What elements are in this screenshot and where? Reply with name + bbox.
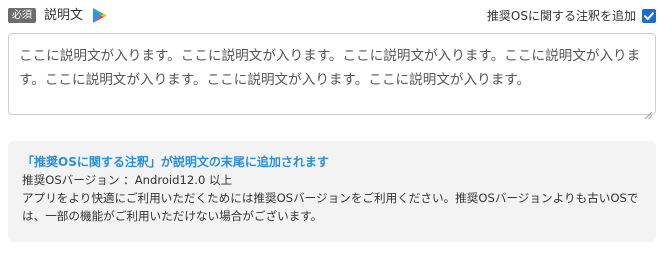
description-textarea[interactable]: ここに説明文が入ります。ここに説明文が入ります。ここに説明文が入ります。ここに説… xyxy=(8,33,656,120)
google-play-icon xyxy=(92,7,108,24)
annotation-toggle[interactable]: 推奨OSに関する注釈を追加 xyxy=(487,6,656,26)
field-label: 説明文 xyxy=(44,8,84,23)
annotation-info-box: 「推奨OSに関する注釈」が説明文の末尾に追加されます 推奨OSバージョン ：An… xyxy=(8,141,656,242)
annotation-toggle-label: 推奨OSに関する注釈を追加 xyxy=(486,9,636,23)
os-notice-text: アプリをより快適にご利用いただくためには推奨OSバージョンをご利用ください。推奨… xyxy=(22,191,639,223)
description-text[interactable]: ここに説明文が入ります。ここに説明文が入ります。ここに説明文が入ります。ここに説… xyxy=(19,48,640,88)
annotation-checkbox[interactable] xyxy=(642,9,656,23)
annotation-info-title: 「推奨OSに関する注釈」が説明文の末尾に追加されます xyxy=(22,155,329,169)
os-version-line: 推奨OSバージョン ：Android12.0 以上 xyxy=(22,173,233,187)
checkmark-icon xyxy=(644,12,654,20)
required-badge: 必須 xyxy=(8,8,36,23)
description-field-header: 必須 説明文 推奨OSに関する注釈を追加 xyxy=(8,6,656,26)
resize-grip-icon[interactable] xyxy=(644,103,653,120)
